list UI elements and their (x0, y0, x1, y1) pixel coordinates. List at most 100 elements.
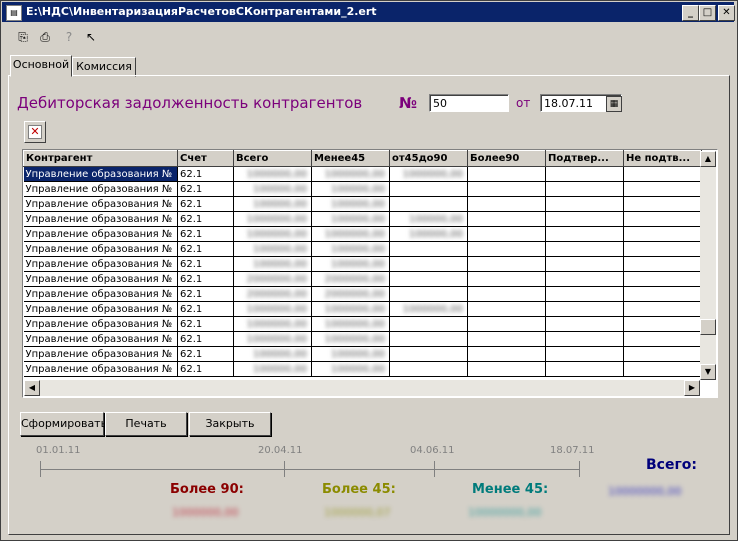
amount-cell[interactable]: 2000000,00 (311, 271, 390, 287)
amount-cell[interactable] (389, 256, 468, 272)
counterparty-cell[interactable]: Управление образования № (23, 241, 178, 257)
table-row[interactable]: Управление образования № 62.1 100000,00 100… (23, 361, 702, 377)
amount-cell[interactable] (545, 316, 624, 332)
amount-cell[interactable] (623, 301, 702, 317)
column-header-unconfirmed[interactable]: Не подтв... (623, 150, 702, 167)
scroll-up-icon[interactable]: ▲ (700, 151, 716, 167)
amount-cell[interactable] (467, 256, 546, 272)
amount-cell[interactable] (623, 211, 702, 227)
amount-cell[interactable] (467, 241, 546, 257)
amount-cell[interactable] (467, 301, 546, 317)
amount-cell[interactable] (623, 226, 702, 242)
amount-cell[interactable]: 100000,00 (311, 241, 390, 257)
amount-cell[interactable]: 1000000,00 (233, 211, 312, 227)
counterparty-cell[interactable]: Управление образования № (23, 256, 178, 272)
account-cell[interactable]: 62.1 (177, 226, 234, 242)
amount-cell[interactable] (545, 346, 624, 362)
amount-cell[interactable]: 100000,00 (233, 196, 312, 212)
clear-button[interactable]: ✕ (24, 121, 46, 143)
amount-cell[interactable]: 1000000,00 (389, 301, 468, 317)
table-row[interactable]: Управление образования № 62.1 1000000,00 10… (23, 331, 702, 347)
amount-cell[interactable] (389, 241, 468, 257)
calendar-icon[interactable]: ▦ (606, 96, 622, 112)
account-cell[interactable]: 62.1 (177, 301, 234, 317)
amount-cell[interactable] (389, 346, 468, 362)
amount-cell[interactable]: 100000,00 (389, 211, 468, 227)
vertical-scrollbar[interactable]: ▲ ▼ (700, 151, 716, 380)
amount-cell[interactable]: 1000000,00 (233, 226, 312, 242)
column-header-total[interactable]: Всего (233, 150, 312, 167)
amount-cell[interactable] (545, 271, 624, 287)
table-row[interactable]: Управление образования № 62.1 100000,00 100… (23, 181, 702, 197)
column-header-over90[interactable]: Более90 (467, 150, 546, 167)
table-row[interactable]: Управление образования № 62.1 1000000,00 10… (23, 316, 702, 332)
scroll-down-icon[interactable]: ▼ (700, 364, 716, 380)
table-row[interactable]: Управление образования № 62.1 100000,00 100… (23, 346, 702, 362)
table-row[interactable]: Управление образования № 62.1 100000,00 100… (23, 256, 702, 272)
amount-cell[interactable] (623, 241, 702, 257)
amount-cell[interactable] (623, 316, 702, 332)
amount-cell[interactable]: 100000,00 (233, 181, 312, 197)
counterparty-cell[interactable]: Управление образования № (23, 361, 178, 377)
amount-cell[interactable] (623, 286, 702, 302)
account-cell[interactable]: 62.1 (177, 316, 234, 332)
counterparty-cell[interactable]: Управление образования № (23, 196, 178, 212)
table-row[interactable]: Управление образования № 62.1 2000000,00 20… (23, 271, 702, 287)
amount-cell[interactable] (389, 316, 468, 332)
amount-cell[interactable] (389, 361, 468, 377)
account-cell[interactable]: 62.1 (177, 271, 234, 287)
amount-cell[interactable]: 100000,00 (233, 241, 312, 257)
account-cell[interactable]: 62.1 (177, 256, 234, 272)
amount-cell[interactable] (545, 226, 624, 242)
amount-cell[interactable] (623, 166, 702, 182)
amount-cell[interactable] (623, 271, 702, 287)
amount-cell[interactable]: 1000000,00 (233, 166, 312, 182)
counterparty-cell[interactable]: Управление образования № (23, 271, 178, 287)
amount-cell[interactable] (545, 331, 624, 347)
close-window-button[interactable]: ✕ (718, 5, 735, 21)
amount-cell[interactable]: 1000000,00 (311, 316, 390, 332)
account-cell[interactable]: 62.1 (177, 211, 234, 227)
amount-cell[interactable] (389, 331, 468, 347)
amount-cell[interactable] (545, 301, 624, 317)
amount-cell[interactable] (545, 286, 624, 302)
amount-cell[interactable]: 100000,00 (233, 346, 312, 362)
table-row[interactable]: Управление образования № 62.1 1000000,00 10… (23, 166, 702, 182)
amount-cell[interactable]: 1000000,00 (233, 331, 312, 347)
amount-cell[interactable] (467, 271, 546, 287)
table-row[interactable]: Управление образования № 62.1 1000000,00 10… (23, 211, 702, 227)
counterparty-cell[interactable]: Управление образования № (23, 181, 178, 197)
amount-cell[interactable]: 2000000,00 (233, 271, 312, 287)
amount-cell[interactable]: 100000,00 (233, 256, 312, 272)
amount-cell[interactable]: 100000,00 (311, 196, 390, 212)
amount-cell[interactable]: 1000000,00 (311, 226, 390, 242)
amount-cell[interactable] (467, 331, 546, 347)
save-icon[interactable]: ⎙ (36, 28, 54, 46)
amount-cell[interactable] (467, 226, 546, 242)
counterparty-cell[interactable]: Управление образования № (23, 211, 178, 227)
amount-cell[interactable] (389, 181, 468, 197)
amount-cell[interactable] (545, 256, 624, 272)
amount-cell[interactable] (545, 196, 624, 212)
amount-cell[interactable] (623, 346, 702, 362)
amount-cell[interactable] (545, 211, 624, 227)
account-cell[interactable]: 62.1 (177, 361, 234, 377)
amount-cell[interactable]: 1000000,00 (233, 301, 312, 317)
amount-cell[interactable]: 100000,00 (311, 181, 390, 197)
pointer-help-icon[interactable]: ↖ (82, 28, 100, 46)
print-button[interactable]: Печать (105, 412, 187, 436)
help-icon[interactable]: ? (60, 28, 78, 46)
counterparty-cell[interactable]: Управление образования № (23, 166, 178, 182)
account-cell[interactable]: 62.1 (177, 241, 234, 257)
account-cell[interactable]: 62.1 (177, 286, 234, 302)
amount-cell[interactable] (623, 331, 702, 347)
close-button[interactable]: Закрыть (189, 412, 271, 436)
account-cell[interactable]: 62.1 (177, 196, 234, 212)
amount-cell[interactable] (467, 196, 546, 212)
amount-cell[interactable] (467, 211, 546, 227)
amount-cell[interactable] (467, 166, 546, 182)
generate-button[interactable]: Сформировать (20, 412, 107, 436)
amount-cell[interactable]: 1000000,00 (311, 301, 390, 317)
amount-cell[interactable]: 100000,00 (311, 211, 390, 227)
counterparty-cell[interactable]: Управление образования № (23, 346, 178, 362)
